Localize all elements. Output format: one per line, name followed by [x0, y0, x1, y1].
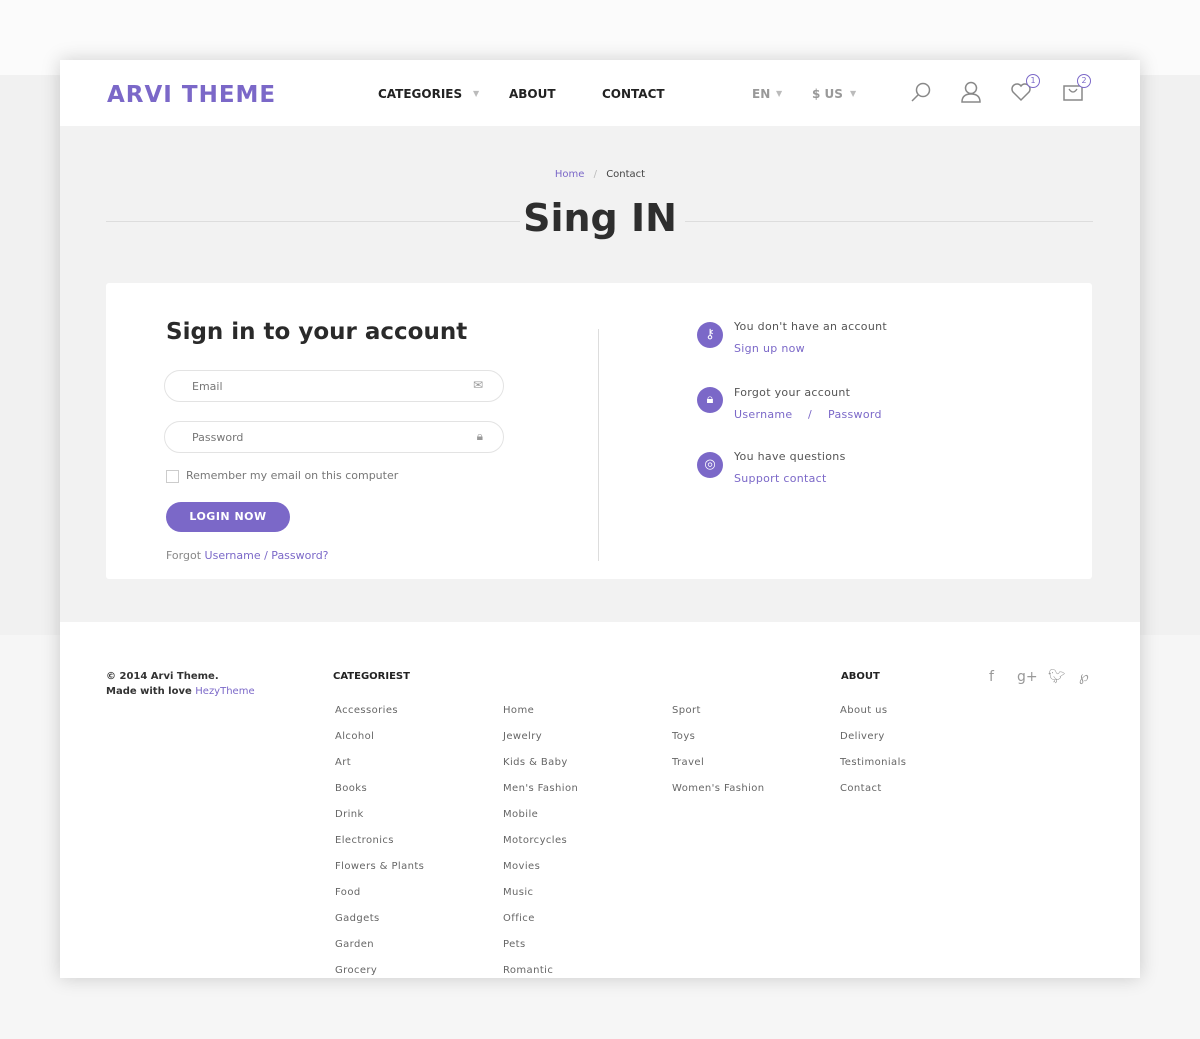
forgot-title: Forgot your account — [734, 386, 851, 399]
google-plus-icon[interactable]: g+ — [1017, 669, 1038, 685]
page-card: ARVI THEME CATEGORIES ▼ ABOUT CONTACT EN… — [60, 60, 1140, 978]
nav-contact[interactable]: CONTACT — [602, 87, 665, 101]
footer-link[interactable]: Toys — [672, 731, 695, 742]
forgot-credentials-link[interactable]: Username / Password? — [205, 549, 329, 562]
footer-link[interactable]: Garden — [335, 939, 374, 950]
login-panel: Sign in to your account Email ✉ Password 🔒… — [106, 283, 1092, 579]
lock-icon: 🔒︎ — [697, 387, 723, 413]
footer-link[interactable]: Mobile — [503, 809, 538, 820]
footer-link[interactable]: Food — [335, 887, 361, 898]
breadcrumb-home[interactable]: Home — [555, 169, 585, 180]
password-field[interactable]: Password 🔒︎ — [164, 421, 504, 453]
footer-link[interactable]: Romantic — [503, 965, 553, 976]
support-link[interactable]: Support contact — [734, 472, 827, 485]
separator: / — [808, 408, 813, 421]
user-icon[interactable] — [960, 80, 982, 104]
footer-link[interactable]: Kids & Baby — [503, 757, 568, 768]
breadcrumb-current: Contact — [606, 169, 646, 180]
key-icon: ⚷ — [697, 322, 723, 348]
nav-about[interactable]: ABOUT — [509, 87, 556, 101]
footer-link[interactable]: Drink — [335, 809, 364, 820]
forgot-link-row: Forgot Username / Password? — [166, 549, 329, 562]
signup-title: You don't have an account — [734, 320, 887, 333]
search-icon[interactable] — [910, 81, 932, 103]
footer-link[interactable]: Contact — [840, 783, 882, 794]
page-title: Sing IN — [523, 196, 677, 240]
logo[interactable]: ARVI THEME — [107, 82, 276, 108]
footer-link[interactable]: Books — [335, 783, 367, 794]
password-placeholder: Password — [192, 431, 244, 444]
divider — [598, 329, 599, 561]
footer-link[interactable]: Alcohol — [335, 731, 374, 742]
language-select[interactable]: EN — [752, 87, 770, 101]
email-field[interactable]: Email ✉ — [164, 370, 504, 402]
footer-link[interactable]: Jewelry — [503, 731, 542, 742]
currency-select[interactable]: $ US — [812, 87, 843, 101]
chevron-down-icon: ▼ — [473, 89, 480, 98]
wishlist-count-badge: 1 — [1026, 74, 1040, 88]
lifebuoy-icon: ◎ — [697, 452, 723, 478]
footer-link[interactable]: Office — [503, 913, 535, 924]
breadcrumb-separator: / — [593, 169, 597, 180]
author-link[interactable]: HezyTheme — [195, 686, 254, 697]
footer-link[interactable]: Delivery — [840, 731, 885, 742]
breadcrumb: Home / Contact — [60, 169, 1140, 180]
signup-link[interactable]: Sign up now — [734, 342, 805, 355]
copyright: © 2014 Arvi Theme. — [106, 671, 219, 682]
footer-link[interactable]: Sport — [672, 705, 701, 716]
password-link[interactable]: Password — [828, 408, 882, 421]
pinterest-icon[interactable]: ℘ — [1079, 669, 1089, 685]
footer-link[interactable]: Music — [503, 887, 533, 898]
footer-link[interactable]: Men's Fashion — [503, 783, 578, 794]
footer-link[interactable]: Flowers & Plants — [335, 861, 424, 872]
footer-link[interactable]: Motorcycles — [503, 835, 567, 846]
forgot-prefix: Forgot — [166, 549, 202, 562]
cart-count-badge: 2 — [1077, 74, 1091, 88]
footer-link[interactable]: Home — [503, 705, 534, 716]
envelope-icon: ✉ — [472, 378, 483, 392]
remember-label[interactable]: Remember my email on this computer — [186, 469, 398, 482]
twitter-icon[interactable]: 🐦︎ — [1048, 669, 1066, 685]
facebook-icon[interactable]: f — [989, 669, 994, 685]
email-placeholder: Email — [192, 380, 223, 393]
about-heading: ABOUT — [841, 671, 880, 682]
footer-link[interactable]: Grocery — [335, 965, 377, 976]
footer-link[interactable]: About us — [840, 705, 888, 716]
footer-link[interactable]: Accessories — [335, 705, 398, 716]
login-button[interactable]: LOGIN NOW — [166, 502, 290, 532]
chevron-down-icon: ▼ — [776, 89, 783, 98]
made-with-text: Made with love — [106, 686, 192, 697]
login-heading: Sign in to your account — [166, 319, 468, 345]
footer-link[interactable]: Travel — [672, 757, 704, 768]
username-link[interactable]: Username — [734, 408, 792, 421]
made-with: Made with love HezyTheme — [106, 686, 255, 697]
nav-categories[interactable]: CATEGORIES — [378, 87, 462, 101]
footer-link[interactable]: Gadgets — [335, 913, 380, 924]
footer-link[interactable]: Women's Fashion — [672, 783, 765, 794]
footer-link[interactable]: Pets — [503, 939, 526, 950]
chevron-down-icon: ▼ — [850, 89, 857, 98]
remember-checkbox[interactable] — [166, 470, 179, 483]
categories-heading: CATEGORIEST — [333, 671, 410, 682]
footer-link[interactable]: Electronics — [335, 835, 394, 846]
questions-title: You have questions — [734, 450, 846, 463]
footer-link[interactable]: Testimonials — [840, 757, 906, 768]
lock-icon: 🔒︎ — [476, 429, 483, 443]
footer-link[interactable]: Movies — [503, 861, 540, 872]
footer-link[interactable]: Art — [335, 757, 351, 768]
